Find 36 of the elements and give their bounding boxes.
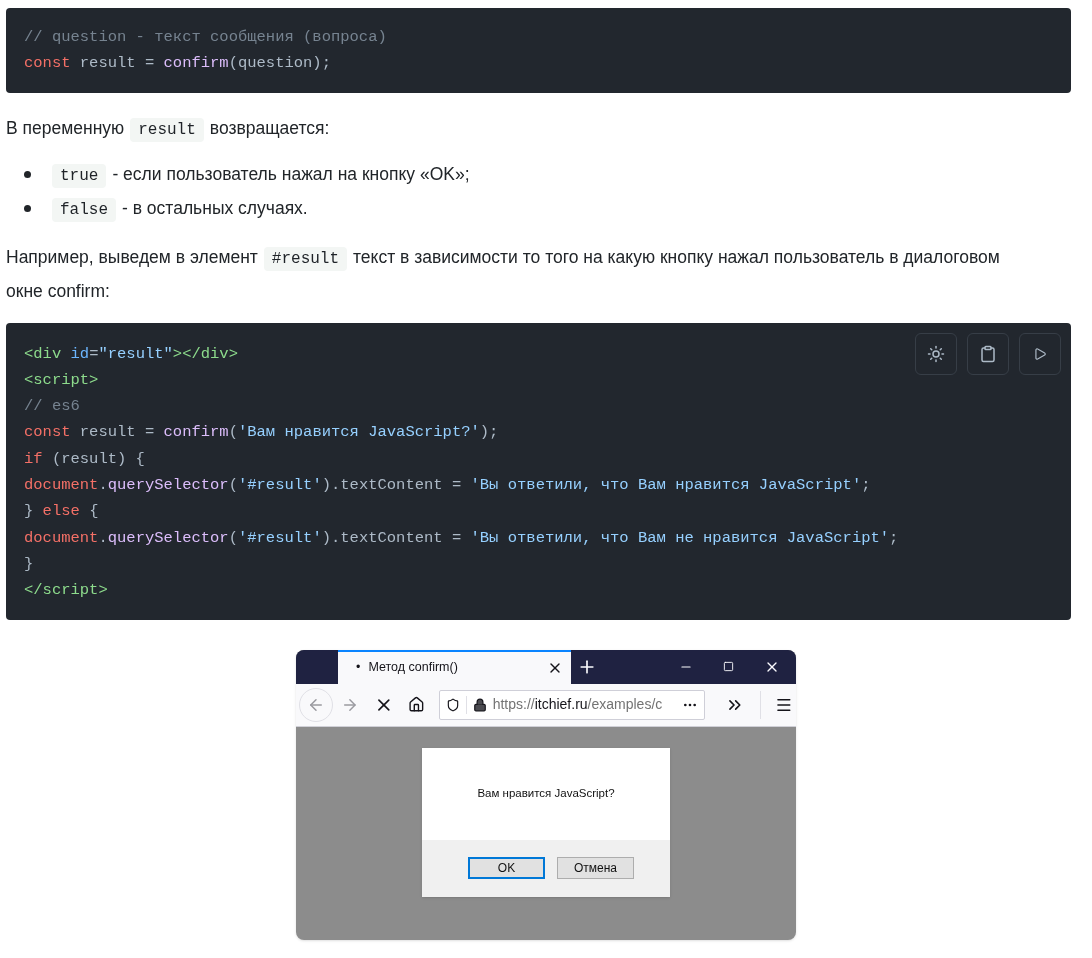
paragraph: Например, выведем в элемент #result текст в зависимости то того на какую кнопку нажал пользователь в диалоговом окне confirm: — [6, 245, 1001, 303]
bullet-icon — [24, 171, 31, 179]
code-line: } else { — [24, 501, 99, 523]
maximize-icon[interactable] — [723, 661, 734, 673]
code-line: // question - текст сообщения (вопроса) — [24, 27, 387, 48]
shield-icon — [445, 697, 460, 712]
bullet-icon — [24, 205, 31, 213]
run-button[interactable] — [1019, 332, 1061, 375]
dialog-button[interactable]: OK — [468, 857, 545, 880]
play-icon — [1033, 346, 1047, 361]
dialog-message: Вам нравится JavaScript? — [477, 785, 615, 801]
url-text: https://itchief.ru/examples/c — [492, 695, 663, 715]
code-line: </script> — [24, 580, 108, 602]
clipboard-icon — [979, 344, 997, 363]
code-line: <div id="result"></div> — [24, 343, 238, 365]
url-field[interactable]: https://itchief.ru/examples/c — [438, 689, 705, 720]
tab-title: Метод confirm() — [368, 659, 458, 677]
tab-dot: • — [356, 659, 361, 677]
code-line: const result = confirm(question); — [24, 53, 331, 75]
code-line: // es6 — [24, 396, 80, 418]
code-line: } — [24, 553, 34, 575]
list-item-text: true - если пользователь нажал на кнопку «OK»; — [46, 158, 470, 191]
code-line: if (result) { — [24, 448, 145, 470]
browser-tab[interactable]: • Метод confirm() — [338, 649, 571, 684]
copy-button[interactable] — [967, 332, 1009, 375]
code-line: document.querySelector('#result').textContent = 'Вы ответили, что Вам не нравится JavaScript'; — [24, 527, 899, 549]
home-icon[interactable] — [407, 696, 425, 714]
code-line: document.querySelector('#result').textContent = 'Вы ответили, что Вам нравится JavaScript'; — [24, 475, 871, 497]
theme-toggle-button[interactable] — [915, 332, 957, 375]
sun-icon — [927, 344, 945, 363]
paragraph: В переменную result возвращается: — [6, 112, 330, 145]
list-item-text: false - в остальных случаях. — [46, 192, 308, 225]
lock-icon — [472, 697, 487, 712]
dialog-button[interactable]: Отмена — [557, 857, 634, 880]
code-line: const result = confirm('Вам нравится JavaScript?'); — [24, 422, 499, 444]
code-line: <script> — [24, 369, 99, 391]
